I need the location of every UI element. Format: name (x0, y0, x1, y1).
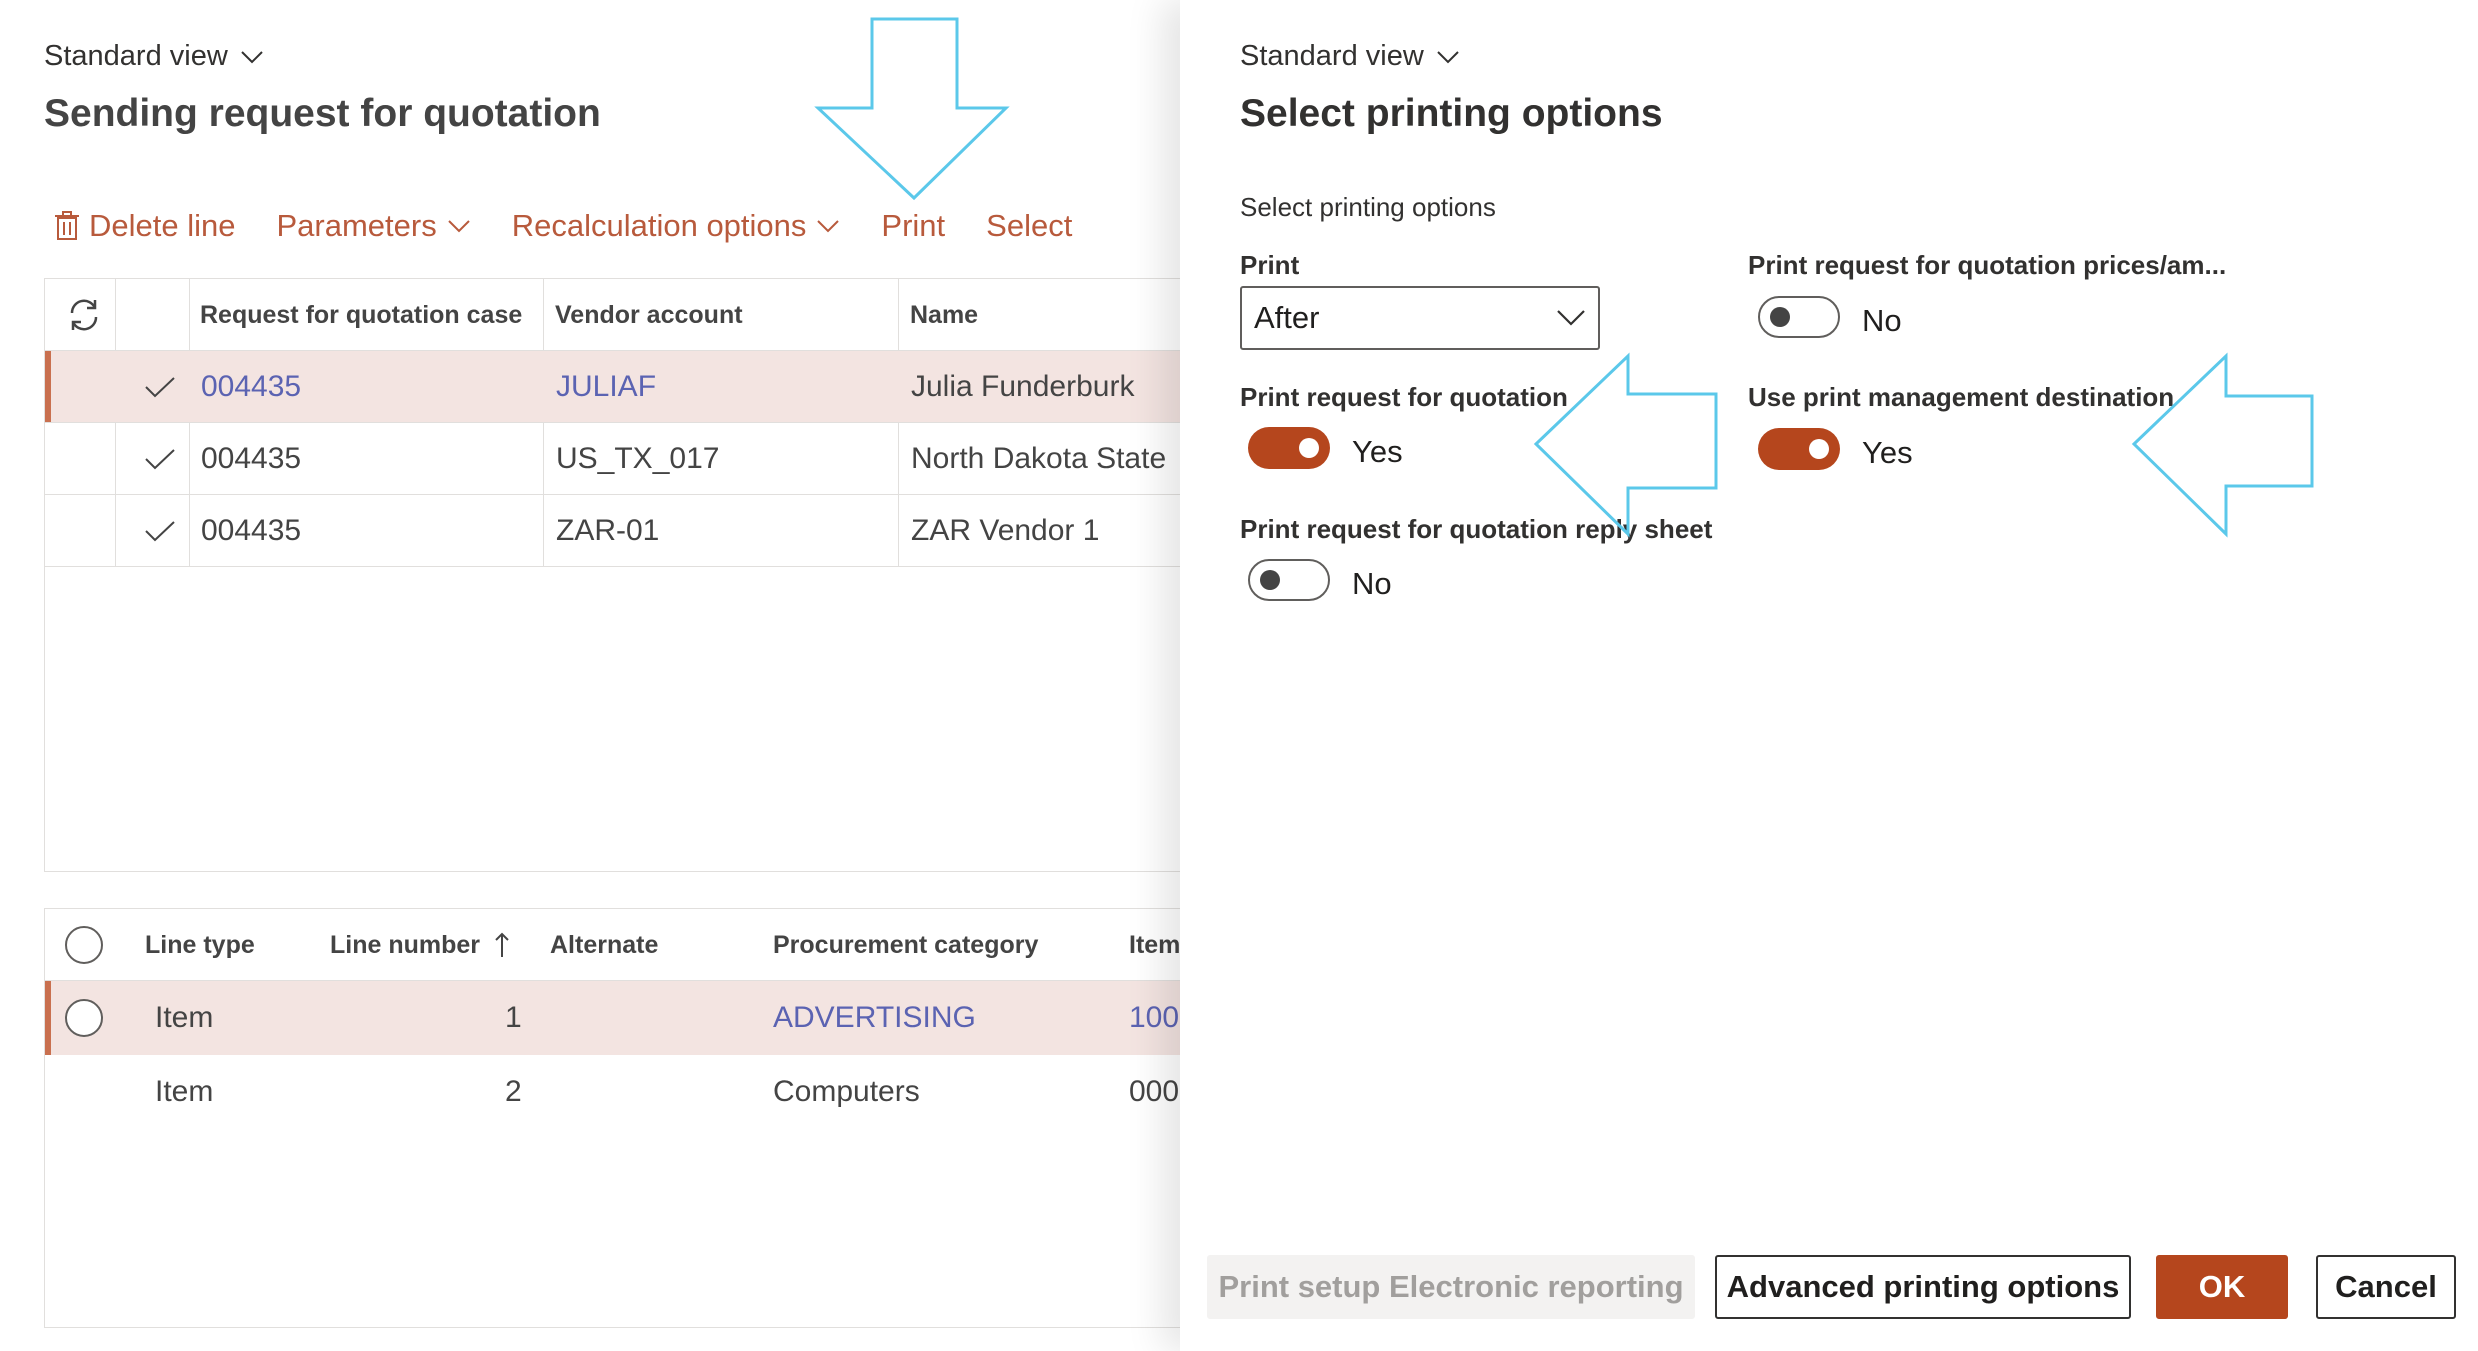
procurement-category-link[interactable]: ADVERTISING (763, 981, 976, 1055)
trash-icon (55, 211, 79, 240)
rfq-case: 004435 (201, 442, 302, 475)
row-check[interactable] (133, 495, 177, 567)
grid-header: Request for quotation case Vendor accoun… (45, 279, 1193, 351)
checkmark-icon (145, 449, 175, 470)
rfq-case-link[interactable]: 004435 (191, 351, 301, 423)
vendor-name: Julia Funderburk (911, 370, 1135, 403)
item-number: 000 (1129, 1075, 1180, 1108)
vendor-name: North Dakota State (911, 442, 1167, 475)
print-reply-sheet-label: Print request for quotation reply sheet (1240, 514, 1713, 544)
column-header-vendor-account[interactable]: Vendor account (545, 279, 743, 351)
ok-button[interactable]: OK (2156, 1255, 2288, 1319)
column-header-line-number[interactable]: Line number (320, 909, 510, 981)
print-rfq-toggle[interactable] (1248, 427, 1330, 469)
page-title: Sending request for quotation (44, 92, 601, 135)
annotation-arrow-left-icon (2131, 352, 2314, 538)
recalculation-options-label: Recalculation options (511, 208, 807, 243)
print-prices-state: No (1862, 303, 1902, 338)
print-reply-sheet-toggle[interactable] (1248, 559, 1330, 601)
print-timing-dropdown[interactable]: After (1240, 286, 1600, 350)
standard-view-selector[interactable]: Standard view (1240, 40, 1460, 73)
row-select-radio[interactable] (65, 981, 103, 1055)
column-header-item[interactable]: Item (1119, 909, 1180, 981)
view-label: Standard view (44, 40, 228, 72)
dialog-title: Select printing options (1240, 92, 1663, 135)
chevron-down-icon (1557, 310, 1585, 326)
line-number: 2 (505, 1075, 522, 1108)
column-header-rfq-case[interactable]: Request for quotation case (190, 279, 522, 351)
table-row[interactable]: 004435 ZAR-01 ZAR Vendor 1 (45, 495, 1193, 567)
table-row[interactable]: 004435 US_TX_017 North Dakota State (45, 423, 1193, 495)
table-row[interactable]: Item 2 Computers 000 (45, 1055, 1193, 1129)
table-row[interactable]: 004435 JULIAF Julia Funderburk (45, 351, 1193, 423)
column-header-alternate[interactable]: Alternate (540, 909, 658, 981)
vendor-account: ZAR-01 (556, 514, 660, 547)
standard-view-selector[interactable]: Standard view (44, 40, 264, 73)
line-type: Item (155, 1075, 214, 1108)
radio-circle (65, 999, 103, 1037)
checkmark-icon (145, 377, 175, 398)
table-row[interactable]: Item 1 ADVERTISING 100 (45, 981, 1193, 1055)
chevron-down-icon (817, 220, 840, 233)
parameters-menu[interactable]: Parameters (276, 208, 470, 244)
use-print-management-toggle[interactable] (1758, 428, 1840, 470)
print-setup-electronic-reporting-button[interactable]: Print setup Electronic reporting (1207, 1255, 1695, 1319)
print-options-dialog: Standard view Select printing options Se… (1180, 0, 2478, 1351)
chevron-down-icon (241, 50, 263, 63)
print-prices-toggle[interactable] (1758, 296, 1840, 338)
parameters-label: Parameters (276, 208, 437, 243)
print-timing-value: After (1254, 300, 1320, 335)
print-prices-label: Print request for quotation prices/am... (1748, 250, 2227, 280)
quotation-grid: Request for quotation case Vendor accoun… (44, 278, 1194, 872)
print-reply-sheet-state: No (1352, 566, 1392, 601)
row-check[interactable] (133, 351, 177, 423)
line-type: Item (155, 1001, 214, 1034)
vendor-account-link[interactable]: JULIAF (546, 351, 656, 423)
main-page: Standard view Sending request for quotat… (0, 0, 1194, 1351)
vendor-account: US_TX_017 (556, 442, 720, 475)
line-number: 1 (505, 1001, 522, 1034)
cancel-button[interactable]: Cancel (2316, 1255, 2456, 1319)
print-field-label: Print (1240, 250, 1300, 280)
print-label: Print (881, 208, 946, 243)
print-rfq-label: Print request for quotation (1240, 382, 1568, 412)
refresh-button[interactable] (49, 279, 119, 351)
action-pane: Delete line Parameters Recalculation opt… (55, 200, 1072, 252)
delete-line-label: Delete line (89, 208, 236, 243)
view-label: Standard view (1240, 40, 1424, 72)
select-button[interactable]: Select (986, 208, 1072, 244)
column-header-line-type[interactable]: Line type (135, 909, 255, 981)
annotation-arrow-down-icon (814, 17, 1010, 201)
delete-line-button[interactable]: Delete line (55, 208, 235, 244)
chevron-down-icon (1437, 50, 1459, 63)
select-label: Select (986, 208, 1073, 243)
grid-header: Line type Line number Alternate Procurem… (45, 909, 1193, 981)
sort-ascending-icon (495, 932, 509, 957)
radio-circle (65, 926, 103, 964)
select-all-radio[interactable] (65, 909, 103, 981)
print-button[interactable]: Print (881, 208, 945, 244)
refresh-icon (70, 299, 98, 331)
lines-grid: Line type Line number Alternate Procurem… (44, 908, 1194, 1328)
line-number-header-label: Line number (330, 930, 481, 959)
item-number-link[interactable]: 100 (1119, 981, 1179, 1055)
rfq-case: 004435 (201, 514, 302, 547)
column-header-name[interactable]: Name (900, 279, 978, 351)
print-rfq-state: Yes (1352, 434, 1403, 469)
annotation-arrow-left-icon (1533, 352, 1718, 538)
checkmark-icon (145, 521, 175, 542)
advanced-printing-options-button[interactable]: Advanced printing options (1715, 1255, 2131, 1319)
group-title: Select printing options (1240, 192, 1496, 222)
row-check[interactable] (133, 423, 177, 495)
vendor-name: ZAR Vendor 1 (911, 514, 1100, 547)
recalculation-options-menu[interactable]: Recalculation options (512, 208, 841, 244)
use-print-management-label: Use print management destination (1748, 382, 2175, 412)
chevron-down-icon (448, 220, 470, 233)
use-print-management-state: Yes (1862, 435, 1913, 470)
column-header-procurement-category[interactable]: Procurement category (763, 909, 1038, 981)
procurement-category: Computers (773, 1075, 920, 1108)
